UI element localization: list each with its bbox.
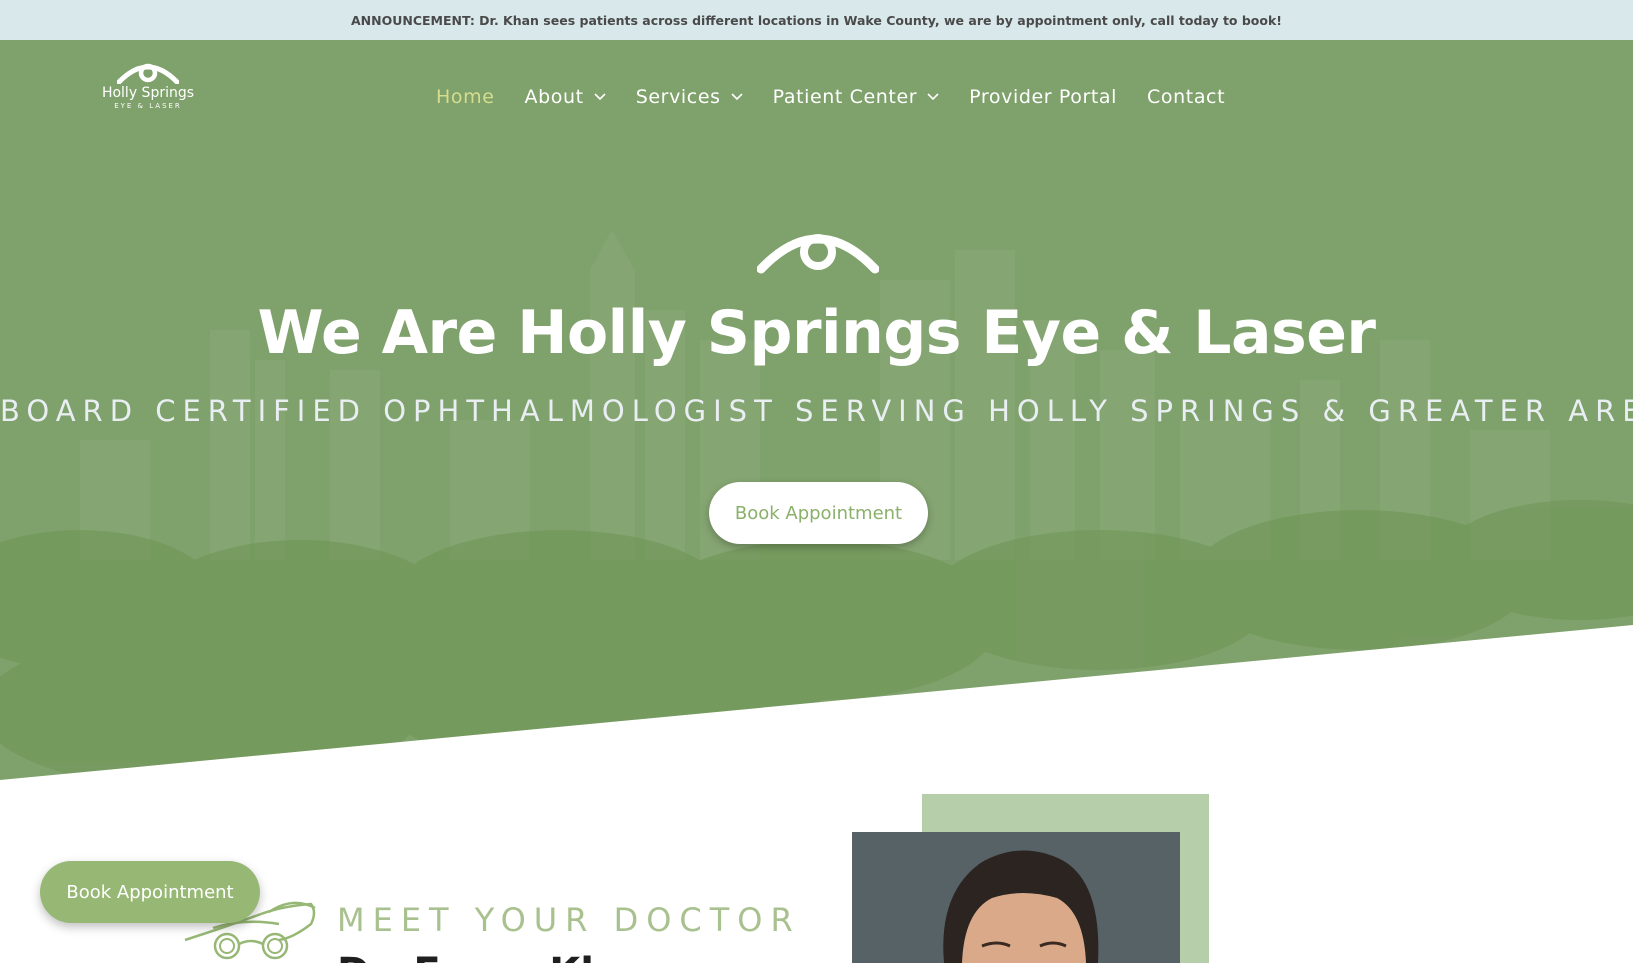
chevron-down-icon <box>594 93 606 101</box>
eye-icon <box>757 234 879 274</box>
doctor-name: Dr. Faraz Khan <box>337 950 664 963</box>
logo-eye-icon <box>117 63 179 84</box>
chevron-down-icon <box>731 93 743 101</box>
nav-item-home[interactable]: Home <box>436 86 495 108</box>
nav-item-services[interactable]: Services <box>636 86 743 108</box>
announcement-bar: ANNOUNCEMENT: Dr. Khan sees patients acr… <box>0 0 1633 40</box>
chevron-down-icon <box>927 93 939 101</box>
logo-subtitle: EYE & LASER <box>114 102 182 110</box>
nav-item-about[interactable]: About <box>525 86 606 108</box>
doctor-photo <box>852 832 1180 963</box>
nav-item-provider-portal[interactable]: Provider Portal <box>969 86 1117 108</box>
hero-title: We Are Holly Springs Eye & Laser <box>257 298 1377 368</box>
nav-item-contact[interactable]: Contact <box>1147 86 1225 108</box>
nav-item-patient-center[interactable]: Patient Center <box>773 86 940 108</box>
main-nav: Home About Services Patient Center Provi… <box>436 82 1225 112</box>
hero-subtitle: BOARD CERTIFIED OPHTHALMOLOGIST SERVING … <box>0 394 1633 428</box>
hero-section: Holly Springs EYE & LASER Home About Ser… <box>0 40 1633 780</box>
meet-your-doctor-heading: MEET YOUR DOCTOR <box>337 901 801 939</box>
hero-book-appointment-button[interactable]: Book Appointment <box>709 482 928 544</box>
announcement-text: ANNOUNCEMENT: Dr. Khan sees patients acr… <box>351 12 1282 28</box>
logo-name: Holly Springs <box>101 85 195 101</box>
site-logo[interactable]: Holly Springs EYE & LASER <box>100 58 196 118</box>
floating-book-appointment-button[interactable]: Book Appointment <box>40 861 260 923</box>
